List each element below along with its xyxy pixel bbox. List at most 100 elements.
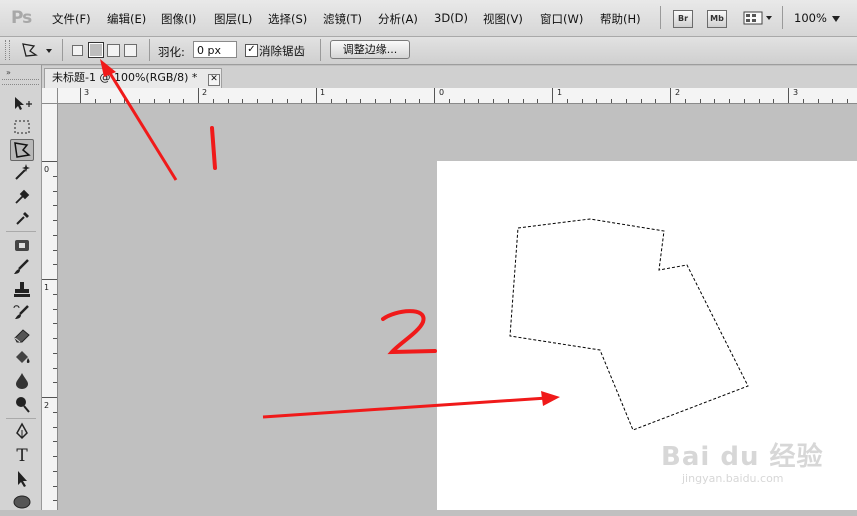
ruler-tick xyxy=(449,99,450,103)
ruler-tick xyxy=(53,191,57,192)
options-bar-grip[interactable] xyxy=(5,40,10,60)
eyedropper-icon xyxy=(16,212,29,225)
move-icon xyxy=(15,97,32,110)
ruler-tick xyxy=(744,99,745,103)
ruler-tick xyxy=(42,279,57,280)
feather-input[interactable]: 0 px xyxy=(193,41,237,58)
healing-brush-tool[interactable] xyxy=(10,235,34,257)
panel-grip[interactable] xyxy=(2,79,39,85)
paint-bucket-tool[interactable] xyxy=(10,348,34,370)
ruler-tick xyxy=(803,99,804,103)
dodge-tool[interactable] xyxy=(10,394,34,416)
shape-tool[interactable] xyxy=(10,490,34,512)
step-2-stroke xyxy=(381,309,437,355)
ruler-label: 2 xyxy=(675,88,681,97)
ruler-tick xyxy=(53,220,57,221)
ruler-tick xyxy=(847,99,848,103)
ruler-tick xyxy=(169,99,170,103)
ellipse-icon xyxy=(13,495,31,509)
options-separator xyxy=(149,39,150,61)
lasso-tool[interactable] xyxy=(10,139,34,161)
type-tool[interactable]: T xyxy=(10,445,34,467)
options-bar: 羽化: 0 px ✓ 消除锯齿 调整边缘... xyxy=(0,37,857,65)
blur-tool[interactable] xyxy=(10,371,34,393)
menu-layer[interactable]: 图层(L) xyxy=(214,11,252,27)
ruler-tick xyxy=(53,412,57,413)
step-1-stroke xyxy=(210,126,217,170)
eyedropper-tool[interactable] xyxy=(10,208,34,230)
water-drop-icon xyxy=(16,373,28,389)
brush-icon xyxy=(14,259,29,274)
pen-icon xyxy=(16,422,28,440)
menu-image[interactable]: 图像(I) xyxy=(161,11,196,27)
menu-bar: Ps 文件(F) 编辑(E) 图像(I) 图层(L) 选择(S) 滤镜(T) 分… xyxy=(0,0,857,37)
ruler-tick xyxy=(360,99,361,103)
refine-edge-button[interactable]: 调整边缘... xyxy=(330,40,410,59)
ruler-label: 3 xyxy=(84,88,90,97)
ruler-tick xyxy=(773,99,774,103)
panel-collapse-icon[interactable]: » xyxy=(6,68,11,77)
move-tool[interactable] xyxy=(10,93,34,115)
polygonal-lasso-icon xyxy=(14,142,31,158)
zoom-dropdown-icon[interactable] xyxy=(831,13,841,26)
menu-help[interactable]: 帮助(H) xyxy=(600,11,641,27)
ruler-tick xyxy=(53,500,57,501)
crop-tool[interactable] xyxy=(10,186,34,208)
ruler-tick xyxy=(301,99,302,103)
path-selection-icon xyxy=(18,471,27,487)
clone-stamp-tool[interactable] xyxy=(10,280,34,302)
dodge-icon xyxy=(16,397,30,413)
ruler-tick xyxy=(53,205,57,206)
mini-bridge-button[interactable]: Mb xyxy=(707,10,727,28)
vertical-ruler[interactable]: 0 1 2 xyxy=(42,104,58,510)
view-extras-button[interactable] xyxy=(743,10,773,26)
ruler-tick xyxy=(53,338,57,339)
ruler-tick xyxy=(818,99,819,103)
baidu-watermark: Bai du 经验 xyxy=(661,442,824,472)
path-selection-tool[interactable] xyxy=(10,468,34,490)
bridge-button[interactable]: Br xyxy=(673,10,693,28)
horizontal-ruler[interactable]: 3 2 1 0 1 2 3 xyxy=(58,88,857,104)
ruler-origin[interactable] xyxy=(42,88,58,104)
ruler-tick xyxy=(53,456,57,457)
ruler-tick xyxy=(183,99,184,103)
ruler-tick xyxy=(287,99,288,103)
antialias-label: 消除锯齿 xyxy=(259,44,305,58)
intersect-selection-button[interactable] xyxy=(124,44,137,57)
tool-preset-picker[interactable] xyxy=(18,40,56,60)
menu-edit[interactable]: 编辑(E) xyxy=(107,11,146,27)
menu-window[interactable]: 窗口(W) xyxy=(540,11,583,27)
ruler-tick xyxy=(272,99,273,103)
subtract-from-selection-button[interactable] xyxy=(107,44,120,57)
menu-analysis[interactable]: 分析(A) xyxy=(378,11,418,27)
ruler-tick xyxy=(53,353,57,354)
menu-file[interactable]: 文件(F) xyxy=(52,11,91,27)
menu-select[interactable]: 选择(S) xyxy=(268,11,307,27)
antialias-checkbox[interactable]: ✓ xyxy=(245,44,258,57)
ruler-tick xyxy=(670,88,671,103)
stamp-icon xyxy=(14,282,30,297)
menu-3d[interactable]: 3D(D) xyxy=(434,11,468,25)
menu-filter[interactable]: 滤镜(T) xyxy=(323,11,362,27)
eraser-tool[interactable] xyxy=(10,325,34,347)
marquee-tool[interactable] xyxy=(10,117,34,139)
close-icon[interactable]: ✕ xyxy=(208,74,220,86)
ruler-tick xyxy=(53,264,57,265)
view-extras-icon xyxy=(743,11,772,25)
ruler-tick xyxy=(53,368,57,369)
ruler-tick xyxy=(611,99,612,103)
ruler-tick xyxy=(567,99,568,103)
history-brush-tool[interactable] xyxy=(10,303,34,325)
menu-view[interactable]: 视图(V) xyxy=(483,11,523,27)
ruler-label: 1 xyxy=(44,283,50,292)
zoom-level[interactable]: 100% xyxy=(794,11,827,25)
brush-tool[interactable] xyxy=(10,257,34,279)
pen-tool[interactable] xyxy=(10,422,34,444)
document-tab[interactable]: 未标题-1 @ 100%(RGB/8) * ✕ xyxy=(44,68,222,88)
ruler-tick xyxy=(434,88,435,103)
new-selection-button[interactable] xyxy=(72,45,83,56)
history-brush-icon xyxy=(13,305,29,319)
ruler-tick xyxy=(198,88,199,103)
add-to-selection-button[interactable] xyxy=(88,42,104,58)
magic-wand-tool[interactable] xyxy=(10,162,34,184)
